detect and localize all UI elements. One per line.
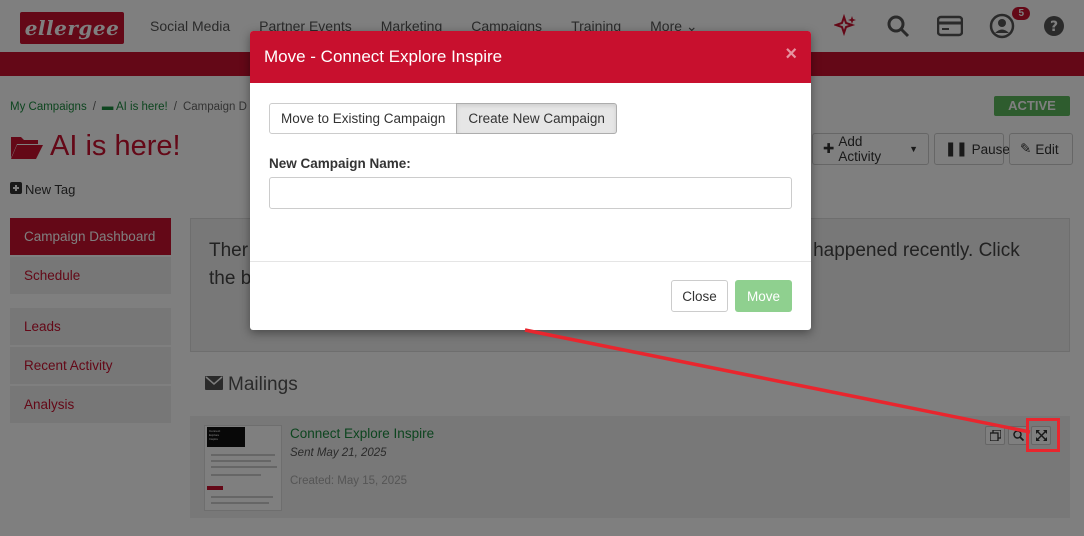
tab-move-to-existing[interactable]: Move to Existing Campaign xyxy=(269,103,458,134)
close-button[interactable]: Close xyxy=(671,280,728,312)
move-mode-toggle: Move to Existing Campaign Create New Cam… xyxy=(269,103,617,134)
modal-title: Move - Connect Explore Inspire xyxy=(264,47,503,66)
move-modal: Move - Connect Explore Inspire × Move to… xyxy=(250,31,811,330)
close-icon[interactable]: × xyxy=(785,43,797,66)
tab-create-new[interactable]: Create New Campaign xyxy=(456,103,617,134)
move-button[interactable]: Move xyxy=(735,280,792,312)
new-campaign-name-input[interactable] xyxy=(269,177,792,209)
modal-divider xyxy=(250,261,811,262)
modal-header: Move - Connect Explore Inspire × xyxy=(250,31,811,83)
annotation-highlight-box xyxy=(1026,418,1060,452)
new-campaign-name-label: New Campaign Name: xyxy=(269,156,411,171)
